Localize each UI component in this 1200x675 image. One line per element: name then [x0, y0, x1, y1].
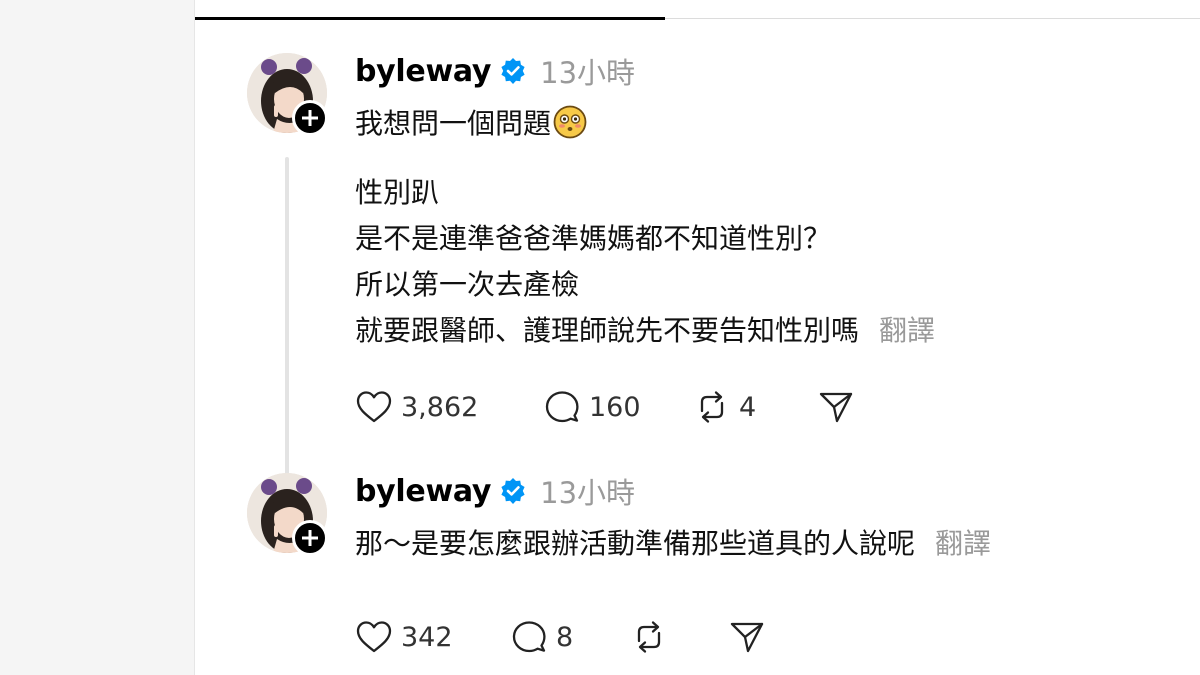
post-text-line: 是不是連準爸爸準媽媽都不知道性別？: [355, 222, 832, 255]
send-icon: [819, 392, 853, 423]
post-text-first-line: 那～是要怎麼跟辦活動準備那些道具的人說呢 翻譯: [355, 521, 991, 567]
follow-button[interactable]: [292, 100, 328, 136]
heart-icon: [356, 391, 392, 423]
thread-connector-line: [285, 157, 289, 501]
heart-icon: [356, 621, 392, 653]
avatar-wrap[interactable]: [247, 473, 328, 556]
username[interactable]: byleway: [355, 474, 491, 509]
post-header: byleway 13小時: [355, 50, 635, 92]
post-text: 我想問一個問題: [355, 107, 552, 140]
post-text-line: 就要跟醫師、護理師說先不要告知性別嗎: [355, 314, 860, 347]
active-tab-indicator: [195, 17, 665, 20]
comment-count: 8: [556, 621, 574, 653]
translate-link[interactable]: 翻譯: [879, 314, 935, 347]
avatar-wrap[interactable]: [247, 53, 328, 136]
action-bar: 342 8: [355, 617, 766, 657]
comment-icon: [512, 621, 546, 653]
repost-icon: [637, 621, 661, 653]
post-text-line: 性別趴: [355, 176, 440, 209]
action-bar: 3,862 160 4: [355, 387, 855, 427]
repost-count: 4: [739, 391, 757, 423]
comment-icon: [545, 391, 579, 423]
comment-count: 160: [589, 391, 641, 423]
comment-button[interactable]: 8: [510, 619, 630, 655]
post-text-paragraph: 性別趴 是不是連準爸爸準媽媽都不知道性別？ 所以第一次去產檢 就要跟醫師、護理師…: [355, 170, 935, 354]
share-button[interactable]: [728, 619, 766, 655]
translate-link[interactable]: 翻譯: [935, 527, 991, 560]
post-text-first-line: 我想問一個問題: [355, 101, 587, 147]
left-gutter: [0, 0, 195, 675]
follow-button[interactable]: [292, 520, 328, 556]
post-time[interactable]: 13小時: [540, 470, 635, 512]
send-icon: [730, 622, 764, 653]
verified-badge-icon: [500, 58, 526, 84]
share-button[interactable]: [817, 389, 855, 425]
username[interactable]: byleway: [355, 54, 491, 89]
repost-icon: [700, 391, 724, 423]
post-text-line: 所以第一次去產檢: [355, 268, 580, 301]
flushed-face-icon: [553, 105, 587, 139]
feed: byleway 13小時 我想問一個問題 性別趴 是不是連準爸爸準媽媽都不知道性…: [195, 0, 1200, 675]
post-header: byleway 13小時: [355, 470, 635, 512]
repost-button[interactable]: [630, 619, 728, 655]
like-count: 3,862: [401, 391, 479, 423]
post-time[interactable]: 13小時: [540, 50, 635, 92]
post-text: 那～是要怎麼跟辦活動準備那些道具的人說呢: [355, 527, 916, 560]
like-button[interactable]: 3,862: [355, 389, 543, 425]
like-button[interactable]: 342: [355, 619, 510, 655]
plus-icon: [302, 110, 318, 126]
plus-icon: [302, 530, 318, 546]
like-count: 342: [401, 621, 453, 653]
verified-badge-icon: [500, 478, 526, 504]
repost-button[interactable]: 4: [693, 389, 817, 425]
comment-button[interactable]: 160: [543, 389, 693, 425]
